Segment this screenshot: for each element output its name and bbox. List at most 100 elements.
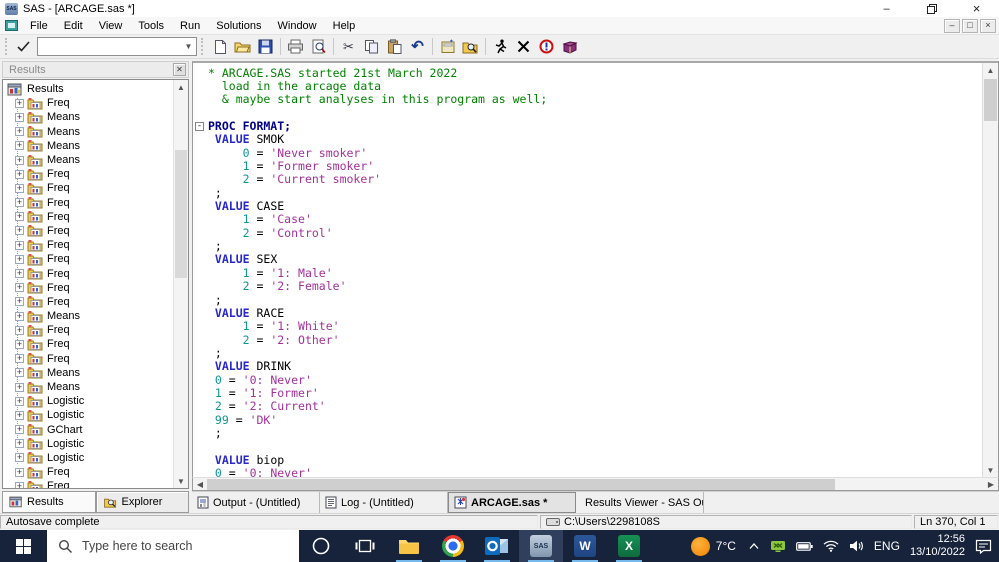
tree-item-freq-11[interactable]: + Freq bbox=[5, 252, 173, 266]
scroll-down-icon[interactable]: ▼ bbox=[983, 463, 998, 477]
clock[interactable]: 12:56 13/10/2022 bbox=[910, 533, 965, 559]
expand-plus-icon[interactable]: + bbox=[15, 226, 24, 236]
expand-plus-icon[interactable]: + bbox=[15, 269, 24, 279]
menu-item-edit[interactable]: Edit bbox=[56, 18, 91, 34]
expand-plus-icon[interactable]: + bbox=[15, 240, 24, 250]
code-line[interactable]: 99 = 'DK' bbox=[195, 413, 982, 427]
wifi-icon[interactable] bbox=[823, 540, 839, 552]
expand-plus-icon[interactable]: + bbox=[15, 481, 24, 488]
undo-button[interactable]: ↶ bbox=[406, 36, 429, 57]
vscroll-thumb[interactable] bbox=[984, 79, 997, 121]
code-line[interactable]: VALUE SMOK bbox=[195, 132, 982, 146]
mdi-minimize-button[interactable]: – bbox=[944, 18, 960, 33]
collapse-minus-icon[interactable]: - bbox=[195, 121, 204, 131]
save-button[interactable] bbox=[254, 36, 277, 57]
task-view-button[interactable] bbox=[343, 530, 387, 562]
tree-item-means-15[interactable]: + Means bbox=[5, 309, 173, 323]
scroll-up-icon[interactable]: ▲ bbox=[174, 80, 188, 94]
expand-plus-icon[interactable]: + bbox=[15, 98, 24, 108]
tree-item-logistic-25[interactable]: + Logistic bbox=[5, 451, 173, 465]
tree-item-freq-9[interactable]: + Freq bbox=[5, 224, 173, 238]
code-line[interactable]: 2 = 'Current smoker' bbox=[195, 172, 982, 186]
expand-plus-icon[interactable]: + bbox=[15, 212, 24, 222]
code-line[interactable]: - PROC FORMAT; bbox=[195, 119, 982, 133]
tab-output[interactable]: Output - (Untitled) bbox=[192, 492, 320, 513]
expand-plus-icon[interactable]: + bbox=[15, 467, 24, 477]
chevron-down-icon[interactable]: ▼ bbox=[181, 38, 196, 55]
battery-icon[interactable] bbox=[796, 541, 813, 552]
code-line[interactable]: 1 = '1: White' bbox=[195, 319, 982, 333]
expand-plus-icon[interactable]: + bbox=[15, 169, 24, 179]
toolbar-grip2[interactable] bbox=[201, 38, 204, 55]
expand-plus-icon[interactable]: + bbox=[15, 311, 24, 321]
code-line[interactable]: VALUE biop bbox=[195, 453, 982, 467]
tree-scrollbar[interactable]: ▲ ▼ bbox=[173, 80, 188, 488]
menu-item-solutions[interactable]: Solutions bbox=[208, 18, 269, 34]
toolbar-grip[interactable] bbox=[5, 38, 8, 55]
code-line[interactable]: 0 = '0: Never' bbox=[195, 373, 982, 387]
paste-button[interactable] bbox=[383, 36, 406, 57]
code-line[interactable]: 2 = '2: Female' bbox=[195, 279, 982, 293]
taskbar-search[interactable]: Type here to search bbox=[47, 530, 299, 562]
print-preview-button[interactable] bbox=[307, 36, 330, 57]
tray-app-icon[interactable] bbox=[770, 540, 786, 553]
tree-item-logistic-24[interactable]: + Logistic bbox=[5, 437, 173, 451]
tab-results-viewer[interactable]: Results Viewer - SAS Ou... bbox=[576, 492, 704, 513]
menu-item-view[interactable]: View bbox=[91, 18, 131, 34]
menu-item-window[interactable]: Window bbox=[270, 18, 325, 34]
new-file-button[interactable] bbox=[208, 36, 231, 57]
code-line[interactable]: ; bbox=[195, 186, 982, 200]
file-explorer-button[interactable] bbox=[387, 530, 431, 562]
expand-plus-icon[interactable]: + bbox=[15, 283, 24, 293]
code-line[interactable]: 0 = '0: Never' bbox=[195, 466, 982, 477]
code-line[interactable] bbox=[195, 106, 982, 119]
mdi-restore-button[interactable]: □ bbox=[962, 18, 978, 33]
expand-plus-icon[interactable]: + bbox=[15, 453, 24, 463]
tab-results[interactable]: Results bbox=[2, 491, 96, 513]
expand-plus-icon[interactable]: + bbox=[15, 141, 24, 151]
print-button[interactable] bbox=[284, 36, 307, 57]
command-input[interactable] bbox=[38, 39, 181, 54]
tree-item-freq-12[interactable]: + Freq bbox=[5, 266, 173, 280]
code-line[interactable]: VALUE DRINK bbox=[195, 359, 982, 373]
minimize-button[interactable]: – bbox=[864, 0, 909, 17]
code-line[interactable]: ; bbox=[195, 239, 982, 253]
code-line[interactable]: 2 = 'Control' bbox=[195, 226, 982, 240]
tree-item-means-2[interactable]: + Means bbox=[5, 125, 173, 139]
scroll-down-icon[interactable]: ▼ bbox=[174, 474, 188, 488]
copy-button[interactable] bbox=[360, 36, 383, 57]
expand-plus-icon[interactable]: + bbox=[15, 183, 24, 193]
expand-plus-icon[interactable]: + bbox=[15, 155, 24, 165]
word-button[interactable]: W bbox=[563, 530, 607, 562]
code-line[interactable]: & maybe start analyses in this program a… bbox=[195, 92, 982, 106]
chevron-up-icon[interactable] bbox=[748, 541, 760, 551]
code-line[interactable]: VALUE SEX bbox=[195, 252, 982, 266]
tree-item-freq-13[interactable]: + Freq bbox=[5, 281, 173, 295]
tree-item-freq-14[interactable]: + Freq bbox=[5, 295, 173, 309]
expand-plus-icon[interactable]: + bbox=[15, 112, 24, 122]
code-line[interactable]: ; bbox=[195, 426, 982, 440]
sas-taskbar-button[interactable]: SAS bbox=[519, 530, 563, 562]
tab-explorer[interactable]: Explorer bbox=[95, 491, 189, 513]
menu-item-file[interactable]: File bbox=[22, 18, 56, 34]
tab-log[interactable]: Log - (Untitled) bbox=[320, 492, 448, 513]
editor-vscrollbar[interactable]: ▲ ▼ bbox=[982, 63, 998, 477]
outlook-button[interactable] bbox=[475, 530, 519, 562]
expand-plus-icon[interactable]: + bbox=[15, 382, 24, 392]
code-line[interactable]: 2 = '2: Current' bbox=[195, 399, 982, 413]
submit-button[interactable] bbox=[489, 36, 512, 57]
menu-item-help[interactable]: Help bbox=[325, 18, 364, 34]
code-line[interactable]: 0 = 'Never smoker' bbox=[195, 146, 982, 160]
expand-plus-icon[interactable]: + bbox=[15, 198, 24, 208]
code-line[interactable]: 1 = '1: Male' bbox=[195, 266, 982, 280]
code-line[interactable]: 1 = 'Former smoker' bbox=[195, 159, 982, 173]
tree-item-means-3[interactable]: + Means bbox=[5, 139, 173, 153]
tree-item-freq-16[interactable]: + Freq bbox=[5, 323, 173, 337]
code-line[interactable]: 1 = '1: Former' bbox=[195, 386, 982, 400]
expand-plus-icon[interactable]: + bbox=[15, 254, 24, 264]
code-line[interactable]: load in the arcage data bbox=[195, 79, 982, 93]
mdi-close-button[interactable]: × bbox=[980, 18, 996, 33]
tree-item-freq-27[interactable]: + Freq bbox=[5, 479, 173, 488]
code-line[interactable]: 2 = '2: Other' bbox=[195, 333, 982, 347]
scroll-right-icon[interactable]: ▶ bbox=[984, 478, 998, 490]
